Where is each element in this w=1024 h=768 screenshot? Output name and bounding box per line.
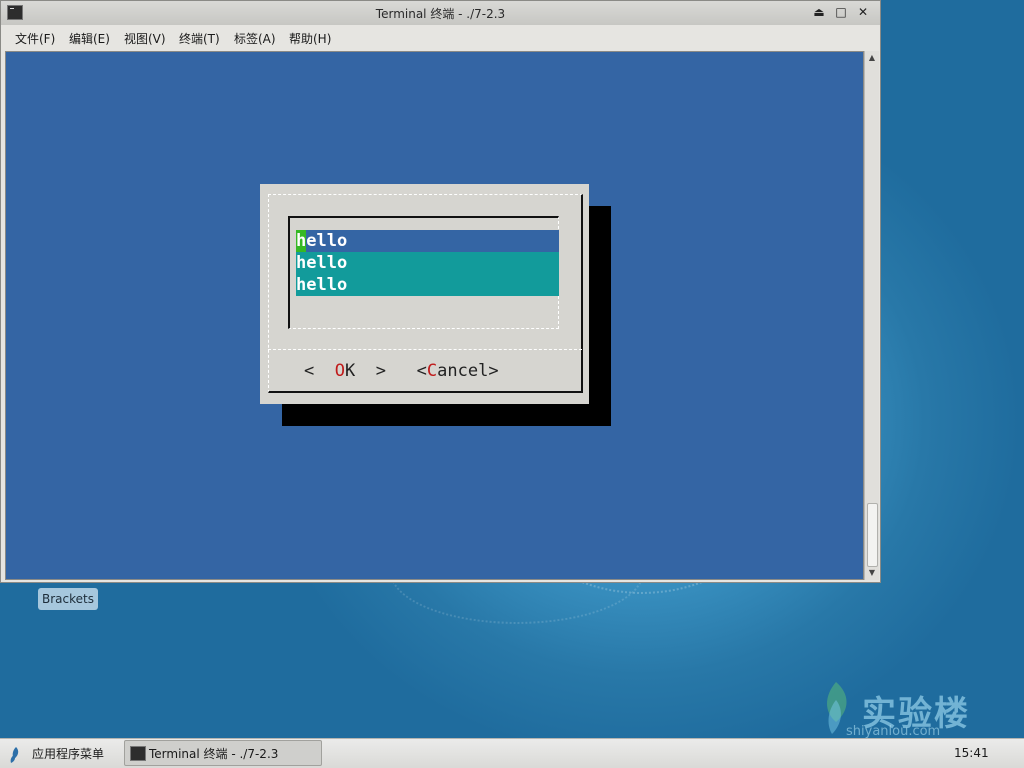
desktop-icon-label: Brackets: [42, 592, 94, 606]
taskbar-window-button[interactable]: Terminal 终端 - ./7-2.3: [124, 740, 322, 766]
menu-bar: 文件(F) 编辑(E) 视图(V) 终端(T) 标签(A) 帮助(H): [1, 25, 880, 49]
menu-help[interactable]: 帮助(H): [289, 30, 331, 47]
maximize-icon: □: [835, 5, 847, 19]
list-item-text: ello: [306, 231, 348, 251]
scroll-down-arrow-icon[interactable]: ▼: [866, 567, 878, 579]
maximize-button[interactable]: □: [833, 4, 849, 20]
text-cursor: h: [296, 230, 307, 252]
list-box: hello hello hello: [288, 216, 559, 329]
app-menu-logo-icon: [10, 746, 19, 763]
ok-bracket-left: <: [304, 361, 335, 381]
list-item[interactable]: hello: [296, 274, 559, 296]
cancel-label: ancel: [437, 361, 489, 381]
menu-edit[interactable]: 编辑(E): [69, 30, 110, 47]
ok-label: K: [344, 361, 356, 381]
terminal-area[interactable]: hello hello hello < OK > <Cancel>: [5, 51, 864, 580]
menu-file[interactable]: 文件(F): [15, 30, 55, 47]
vertical-scrollbar[interactable]: ▲ ▼: [864, 51, 879, 580]
close-button[interactable]: ✕: [855, 4, 871, 20]
menu-dialog: hello hello hello < OK > <Cancel>: [260, 184, 589, 404]
app-menu-label: 应用程序菜单: [32, 747, 105, 761]
shade-icon: ⏏: [813, 5, 825, 19]
scroll-up-arrow-icon[interactable]: ▲: [866, 52, 878, 64]
menu-view[interactable]: 视图(V): [124, 30, 166, 47]
scrollbar-thumb[interactable]: [867, 503, 878, 567]
ok-hotkey: O: [334, 361, 345, 381]
ok-bracket-right: >: [355, 361, 386, 381]
cancel-button[interactable]: <Cancel>: [417, 361, 499, 381]
ok-button[interactable]: < OK >: [304, 361, 386, 381]
cancel-bracket-right: >: [488, 361, 499, 381]
taskbar: 应用程序菜单 Terminal 终端 - ./7-2.3 15:41: [0, 738, 1024, 768]
dialog-buttons: < OK > <Cancel>: [304, 361, 499, 381]
title-bar[interactable]: Terminal 终端 - ./7-2.3 ⏏ □ ✕: [1, 1, 880, 26]
menu-terminal[interactable]: 终端(T): [179, 30, 220, 47]
window-title: Terminal 终端 - ./7-2.3: [375, 7, 506, 21]
terminal-window: Terminal 终端 - ./7-2.3 ⏏ □ ✕ 文件(F) 编辑(E) …: [0, 0, 881, 583]
shiyanlou-watermark-logo: 实验楼 shiyanlou.com: [810, 680, 1020, 738]
cancel-bracket-left: <: [416, 361, 427, 381]
cancel-hotkey: C: [426, 361, 438, 381]
menu-tabs[interactable]: 标签(A): [234, 30, 276, 47]
list-item[interactable]: hello: [296, 252, 559, 274]
clock[interactable]: 15:41: [954, 746, 989, 760]
terminal-task-icon: [130, 746, 146, 761]
taskbar-window-label: Terminal 终端 - ./7-2.3: [149, 747, 279, 761]
watermark-subtext: shiyanlou.com: [846, 724, 941, 738]
desktop-icon-brackets[interactable]: Brackets: [38, 588, 98, 610]
list-item-selected[interactable]: hello: [296, 230, 559, 252]
dialog-separator: [268, 349, 582, 350]
applications-menu-button[interactable]: 应用程序菜单: [8, 743, 104, 765]
shade-button[interactable]: ⏏: [811, 4, 827, 20]
close-icon: ✕: [857, 5, 869, 19]
